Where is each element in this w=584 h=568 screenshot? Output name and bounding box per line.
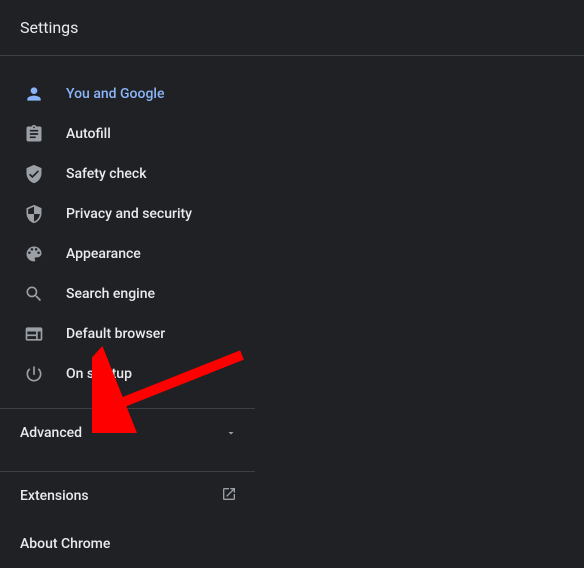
browser-icon xyxy=(24,324,44,344)
person-icon xyxy=(24,84,44,104)
menu-item-on-startup[interactable]: On startup xyxy=(0,354,255,394)
menu-item-safety-check[interactable]: Safety check xyxy=(0,154,255,194)
section-about-chrome[interactable]: About Chrome xyxy=(0,520,255,568)
clipboard-icon xyxy=(24,124,44,144)
header: Settings xyxy=(0,0,584,56)
menu-item-label: Search engine xyxy=(66,286,155,302)
section-label: Advanced xyxy=(20,425,82,441)
menu-item-label: Safety check xyxy=(66,166,147,182)
shield-icon xyxy=(24,204,44,224)
section-extensions[interactable]: Extensions xyxy=(0,472,255,520)
settings-menu: You and Google Autofill Safety check Pri… xyxy=(0,56,255,394)
menu-item-label: Privacy and security xyxy=(66,206,192,222)
menu-item-label: Appearance xyxy=(66,246,141,262)
page-title: Settings xyxy=(20,18,564,37)
menu-item-default-browser[interactable]: Default browser xyxy=(0,314,255,354)
power-icon xyxy=(24,364,44,384)
menu-item-appearance[interactable]: Appearance xyxy=(0,234,255,274)
menu-item-search-engine[interactable]: Search engine xyxy=(0,274,255,314)
menu-item-privacy-security[interactable]: Privacy and security xyxy=(0,194,255,234)
menu-item-autofill[interactable]: Autofill xyxy=(0,114,255,154)
menu-item-label: Default browser xyxy=(66,326,165,342)
section-advanced[interactable]: Advanced xyxy=(0,409,255,457)
search-icon xyxy=(24,284,44,304)
menu-item-label: Autofill xyxy=(66,126,111,142)
shield-check-icon xyxy=(24,164,44,184)
menu-item-label: On startup xyxy=(66,366,132,382)
menu-item-label: You and Google xyxy=(66,86,164,102)
menu-item-you-and-google[interactable]: You and Google xyxy=(0,74,255,114)
section-label: Extensions xyxy=(20,488,89,504)
external-link-icon xyxy=(221,486,237,506)
chevron-down-icon xyxy=(225,424,237,443)
section-label: About Chrome xyxy=(20,536,110,552)
palette-icon xyxy=(24,244,44,264)
